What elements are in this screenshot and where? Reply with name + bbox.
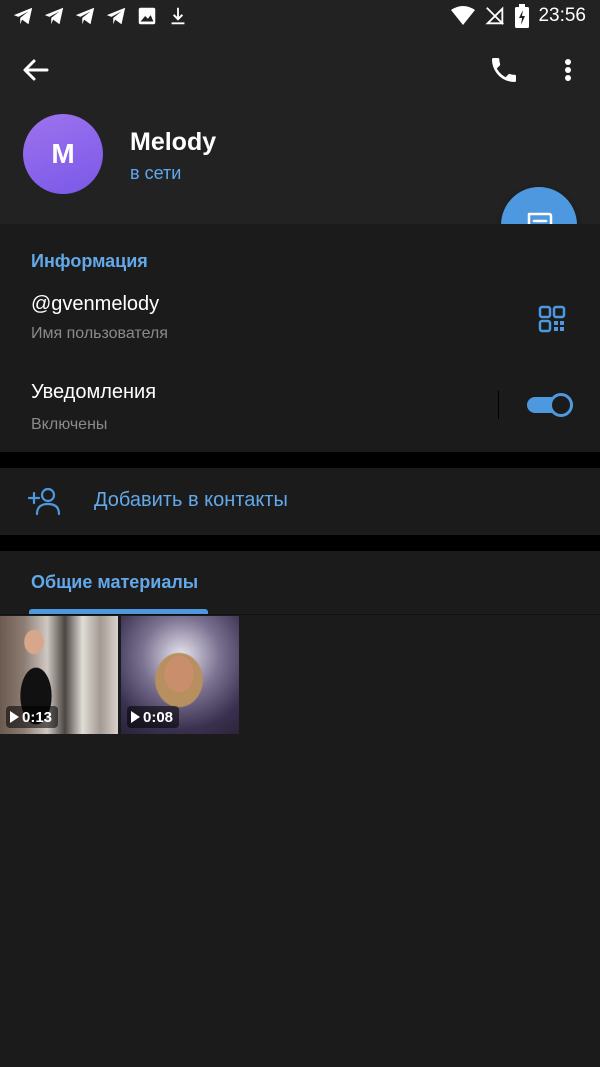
qr-code-icon bbox=[538, 305, 566, 333]
online-status: в сети bbox=[130, 163, 182, 183]
video-duration: 0:13 bbox=[22, 708, 53, 726]
add-contact-row[interactable]: Добавить в контакты bbox=[0, 468, 600, 535]
more-vertical-icon bbox=[565, 59, 571, 81]
play-icon bbox=[131, 711, 140, 723]
section-title-info: Информация bbox=[31, 251, 148, 271]
clock: 23:56 bbox=[538, 5, 586, 26]
video-duration-badge: 0:13 bbox=[6, 706, 59, 728]
username-value[interactable]: @gvenmelody bbox=[31, 293, 159, 316]
more-options-button[interactable] bbox=[556, 54, 580, 86]
media-tabs: Общие материалы bbox=[0, 551, 600, 614]
arrow-left-icon bbox=[23, 59, 49, 81]
contact-name: Melody bbox=[130, 128, 217, 156]
video-duration: 0:08 bbox=[143, 708, 174, 726]
status-bar: 23:56 bbox=[0, 0, 600, 34]
section-separator bbox=[0, 535, 600, 551]
video-thumbnail[interactable]: 0:13 bbox=[0, 616, 118, 734]
telegram-icon bbox=[75, 7, 95, 25]
info-section: Информация @gvenmelody Имя пользователя … bbox=[0, 224, 600, 452]
add-user-icon bbox=[28, 487, 61, 516]
telegram-icon bbox=[44, 7, 64, 25]
battery-charging-icon bbox=[515, 4, 530, 28]
no-signal-icon bbox=[485, 6, 505, 25]
telegram-icon bbox=[106, 7, 126, 25]
add-contact-label: Добавить в контакты bbox=[94, 489, 288, 511]
telegram-icon bbox=[13, 7, 33, 25]
image-icon bbox=[138, 7, 156, 25]
phone-icon bbox=[492, 58, 516, 82]
section-separator bbox=[0, 452, 600, 468]
notification-icons bbox=[12, 5, 189, 27]
notifications-caption: Включены bbox=[31, 416, 108, 433]
username-caption: Имя пользователя bbox=[31, 325, 168, 342]
system-icons: 23:56 bbox=[451, 4, 586, 28]
avatar[interactable]: M bbox=[23, 114, 103, 194]
call-button[interactable] bbox=[488, 54, 520, 86]
profile-header: M Melody в сети bbox=[0, 34, 600, 224]
vertical-divider bbox=[498, 391, 499, 419]
qr-code-button[interactable] bbox=[537, 304, 567, 334]
back-button[interactable] bbox=[20, 54, 52, 86]
wifi-icon bbox=[451, 6, 476, 25]
tab-divider bbox=[0, 614, 600, 615]
download-icon bbox=[171, 7, 185, 25]
toggle-knob bbox=[549, 393, 573, 417]
video-duration-badge: 0:08 bbox=[127, 706, 180, 728]
notifications-title[interactable]: Уведомления bbox=[31, 381, 156, 404]
media-grid: 0:13 0:08 bbox=[0, 616, 600, 734]
tab-shared-media[interactable]: Общие материалы bbox=[31, 572, 198, 593]
video-thumbnail[interactable]: 0:08 bbox=[121, 616, 239, 734]
play-icon bbox=[10, 711, 19, 723]
notifications-toggle[interactable] bbox=[527, 393, 573, 417]
